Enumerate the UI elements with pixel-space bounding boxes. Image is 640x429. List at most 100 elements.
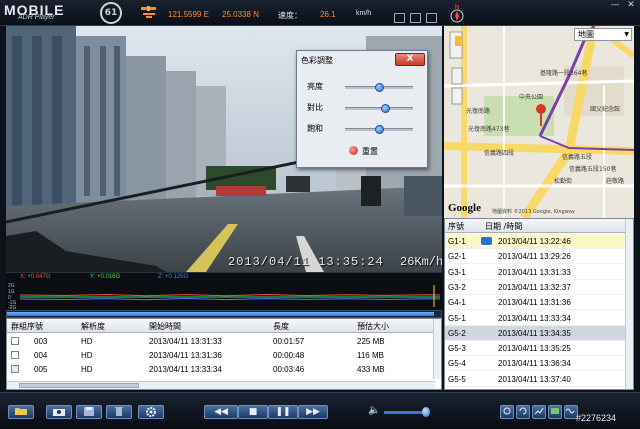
row-length: 00:00:48 [273, 351, 305, 360]
rotate-button[interactable] [516, 405, 530, 419]
list-item[interactable]: G5-4 2013/04/11 13:36:34 [445, 356, 627, 372]
table-row[interactable]: 005 HD 2013/04/11 13:33:34 00:03:46 433 … [7, 363, 435, 376]
minimize-button[interactable]: — [608, 0, 622, 12]
route-button[interactable] [500, 405, 514, 419]
track-id: G1-1 [448, 237, 466, 246]
route-icon [503, 407, 511, 415]
speed-unit: km/h [356, 10, 372, 17]
col-header-start-time[interactable]: 開始時間 [149, 321, 181, 332]
col-header-resolution[interactable]: 解析度 [81, 321, 105, 332]
track-time: 2013/04/11 13:31:36 [498, 298, 571, 308]
snapshot-mode-button[interactable] [394, 13, 405, 23]
color-adjust-dialog: 色彩調整 X 亮度 對比 飽和 重置 [296, 50, 428, 168]
row-size: 433 MB [357, 365, 385, 374]
file-table: 群組序號 解析度 開始時間 長度 預估大小 003 HD 2013/04/11 … [6, 318, 442, 390]
col-header-index[interactable]: 序號 [448, 221, 464, 232]
map-label: 中央公園 [519, 94, 544, 101]
playback-progress-bar[interactable] [6, 310, 442, 318]
longitude-value: 121.5599 E [168, 10, 209, 19]
row-size: 116 MB [357, 351, 384, 360]
row-length: 00:01:57 [273, 337, 305, 346]
file-table-vertical-scrollbar[interactable] [433, 319, 441, 379]
video-timestamp: 2013/04/11 13:35:24 [228, 255, 384, 269]
list-item[interactable]: G4-1 2013/04/11 13:31:36 [445, 295, 627, 311]
col-header-size[interactable]: 預估大小 [357, 321, 389, 332]
fast-forward-button[interactable]: ▶▶ [298, 405, 328, 419]
video-speed-overlay: 26Km/h [400, 255, 442, 269]
app-window: MOBILE ADR Player 61 121.5599 E 25.0338 … [0, 0, 640, 429]
list-item[interactable]: G5-2 2013/04/11 13:34:35 [445, 325, 627, 341]
track-time: 2013/04/11 13:32:37 [498, 282, 571, 292]
car-icon [481, 237, 492, 245]
google-logo: Google [448, 202, 481, 214]
col-header-datetime[interactable]: 日期 /時間 [485, 221, 522, 232]
row-checkbox[interactable] [11, 365, 19, 373]
list-item[interactable]: G1-1 2013/04/11 13:22:46 [445, 234, 627, 249]
col-header-group[interactable]: 群組序號 [11, 321, 43, 332]
app-logo-subtitle: ADR Player [18, 14, 55, 21]
snapshot-button[interactable] [46, 405, 72, 419]
row-size: 225 MB [357, 337, 385, 346]
track-time: 2013/04/11 13:35:25 [498, 344, 571, 354]
speed-chart-button[interactable] [532, 405, 546, 419]
trash-icon [115, 407, 123, 416]
map-label: 信義路五段 [562, 154, 593, 161]
settings-button[interactable] [138, 405, 164, 419]
volume-slider-thumb[interactable] [421, 407, 430, 417]
list-item[interactable]: G5-3 2013/04/11 13:35:25 [445, 341, 627, 357]
list-item[interactable]: G3-1 2013/04/11 13:31:33 [445, 265, 627, 280]
contrast-slider[interactable] [345, 104, 413, 113]
map-label: 國父紀念館 [590, 106, 621, 113]
title-bar: MOBILE ADR Player 61 121.5599 E 25.0338 … [0, 0, 640, 26]
map-type-select[interactable]: 地圖 ▼ [574, 28, 632, 41]
dialog-close-button[interactable]: X [395, 53, 425, 66]
saturation-slider-thumb[interactable] [374, 125, 384, 134]
table-row[interactable]: 004 HD 2013/04/11 13:31:36 00:00:48 116 … [7, 349, 435, 362]
folder-icon [15, 408, 27, 415]
brightness-label: 亮度 [307, 82, 323, 91]
row-start-time: 2013/04/11 13:31:36 [149, 351, 222, 360]
map-label: 光復南路473巷 [468, 126, 510, 133]
contrast-slider-thumb[interactable] [381, 104, 391, 113]
track-time: 2013/04/11 13:33:34 [498, 313, 571, 323]
map-label: 光復南路 [466, 108, 491, 115]
close-window-button[interactable]: ✕ [624, 0, 638, 12]
fullscreen-button[interactable] [426, 13, 437, 23]
list-item[interactable]: G5-5 2013/04/11 13:37:40 [445, 372, 627, 387]
chevron-down-icon: ▼ [624, 31, 629, 38]
list-item[interactable]: G3-2 2013/04/11 13:32:37 [445, 280, 627, 295]
stop-button[interactable]: ■ [238, 405, 268, 419]
map-view[interactable]: 地圖 ▼ 中央公園 光復南路 信義路四段 信義路五段 松勤街 光復南路473巷 … [444, 26, 634, 218]
save-button[interactable] [76, 405, 102, 419]
gsensor-graph: X: +0.047G Y: +0.016G Z: +0.125G 2G 1G 0… [6, 272, 442, 311]
open-folder-button[interactable] [8, 405, 34, 419]
row-checkbox[interactable] [11, 337, 19, 345]
gsensor-z-line [19, 297, 441, 301]
track-list-scrollbar[interactable] [625, 219, 633, 389]
file-table-header: 群組序號 解析度 開始時間 長度 預估大小 [7, 319, 435, 333]
table-row[interactable]: 003 HD 2013/04/11 13:31:33 00:01:57 225 … [7, 335, 435, 348]
row-group-id: 003 [34, 337, 48, 346]
gsensor-plot [19, 285, 441, 307]
volume-slider[interactable] [384, 411, 426, 414]
gear-icon [146, 407, 156, 417]
brightness-slider-thumb[interactable] [374, 83, 384, 92]
pause-button[interactable]: ❚❚ [268, 405, 298, 419]
delete-button[interactable] [106, 405, 132, 419]
saturation-slider[interactable] [345, 125, 413, 134]
file-table-scroll-thumb[interactable] [19, 383, 139, 388]
row-checkbox[interactable] [11, 351, 19, 359]
row-group-id: 004 [34, 351, 48, 360]
brightness-slider[interactable] [345, 83, 413, 92]
brightness-slider-row: 亮度 [307, 81, 419, 93]
volume-icon[interactable]: 🔈 [368, 405, 380, 416]
track-id: G5-2 [448, 328, 466, 338]
list-item[interactable]: G5-1 2013/04/11 13:33:34 [445, 311, 627, 326]
col-header-length[interactable]: 長度 [273, 321, 289, 332]
window-mode-button[interactable] [410, 13, 421, 23]
list-item[interactable]: G2-1 2013/04/11 13:29:26 [445, 249, 627, 265]
file-table-horizontal-scrollbar[interactable] [7, 381, 435, 389]
map-toggle-button[interactable] [548, 405, 562, 419]
rewind-button[interactable]: ◀◀ [204, 405, 238, 419]
reset-button[interactable]: 重置 [349, 146, 378, 158]
